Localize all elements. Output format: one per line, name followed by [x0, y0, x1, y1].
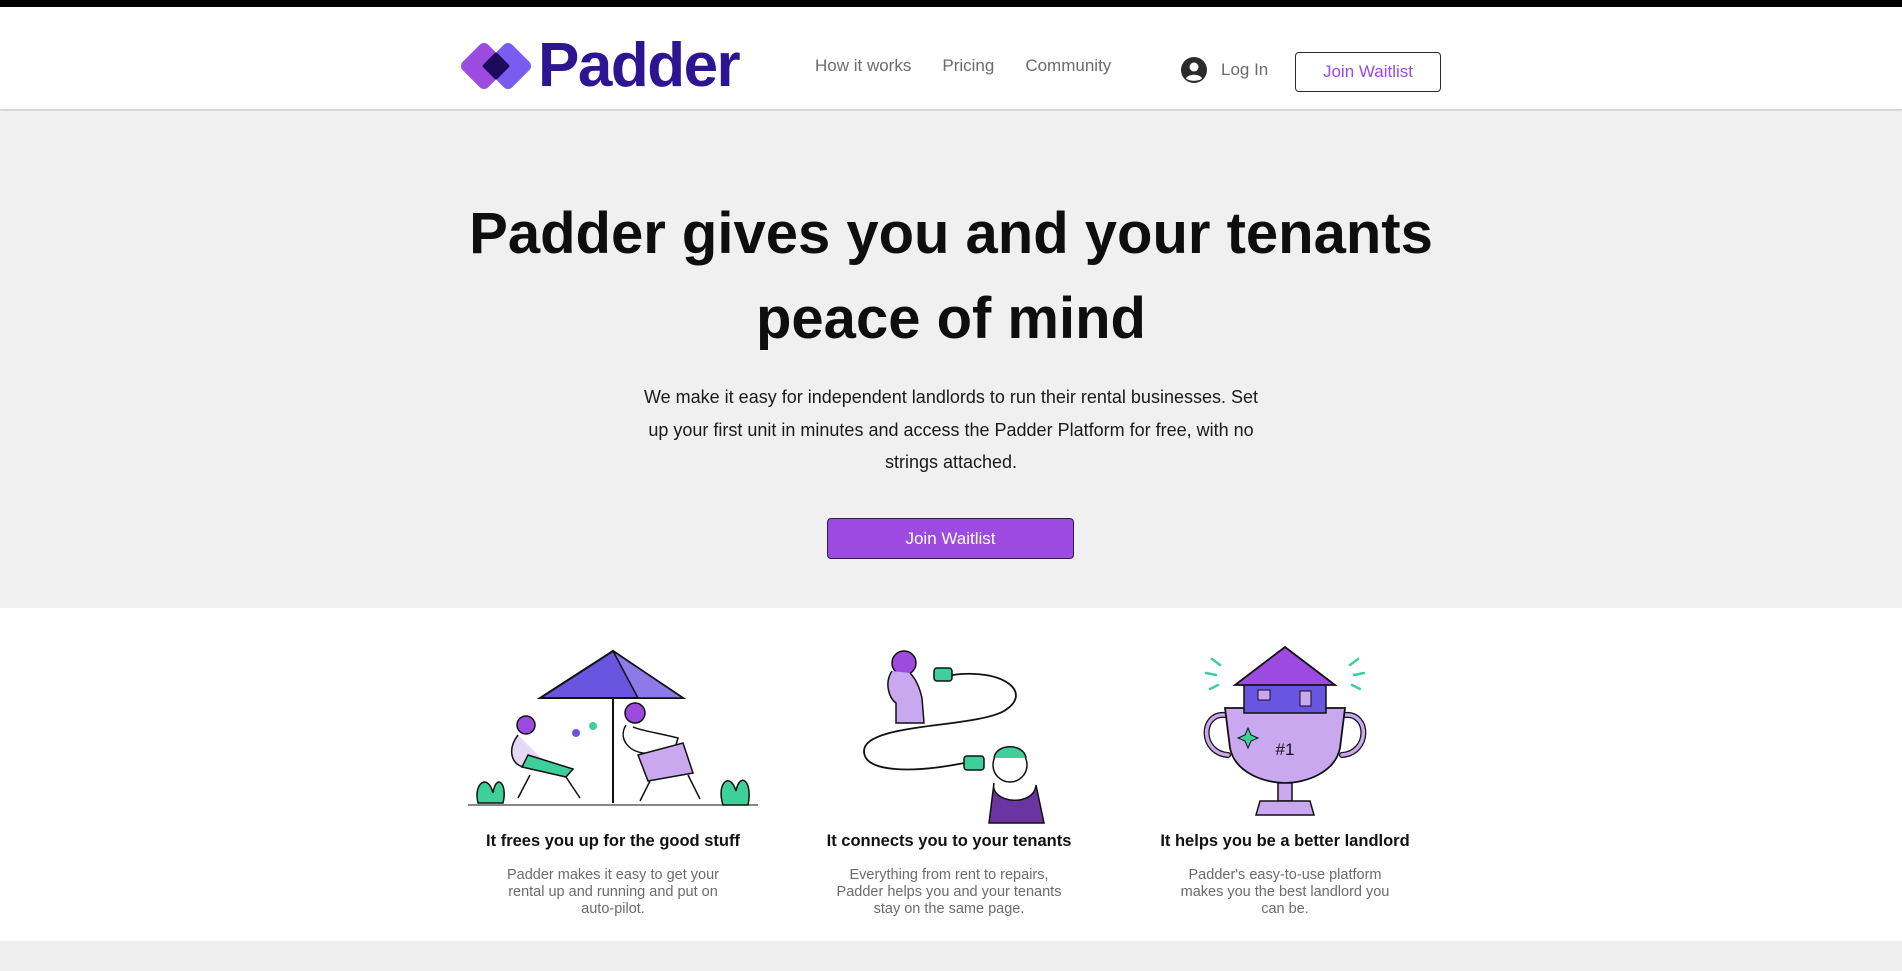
nav-pricing[interactable]: Pricing: [942, 54, 994, 78]
user-avatar-icon: [1181, 57, 1207, 83]
logo-wordmark: Padder: [538, 31, 741, 100]
logo-diamond-icon: [461, 43, 531, 89]
house-trophy-illustration: #1: [1203, 645, 1367, 816]
hero-join-waitlist-button[interactable]: Join Waitlist: [827, 518, 1074, 559]
feature-title: It frees you up for the good stuff: [486, 832, 740, 850]
padder-logo[interactable]: Padder: [460, 31, 741, 100]
feature-title: It connects you to your tenants: [826, 832, 1072, 850]
feature-text: Padder makes it easy to get your rental …: [507, 867, 719, 917]
top-strip: [0, 0, 1902, 7]
main-nav: How it works Pricing Community: [815, 54, 1111, 78]
login-label: Log In: [1221, 60, 1269, 79]
site-header: Padder How it works Pricing Community Lo…: [0, 7, 1902, 110]
feature-text: Everything from rent to repairs, Padder …: [836, 867, 1062, 917]
features-section: It frees you up for the good stuff Padde…: [0, 608, 1902, 941]
login-link[interactable]: Log In: [1180, 56, 1268, 84]
friends-relaxing-illustration: [468, 649, 758, 806]
feature-text: Padder's easy-to-use platform makes you …: [1180, 867, 1390, 917]
tin-can-phone-illustration: [863, 650, 1045, 824]
next-section-edge: [0, 941, 1902, 971]
hero-section: Padder gives you and your tenants peace …: [0, 111, 1902, 608]
nav-community[interactable]: Community: [1025, 54, 1111, 78]
hero-description: We make it easy for independent landlord…: [643, 387, 1258, 472]
feature-title: It helps you be a better landlord: [1160, 832, 1410, 850]
nav-how-it-works[interactable]: How it works: [815, 54, 911, 78]
hero-headline: Padder gives you and your tenants peace …: [469, 201, 1433, 351]
trophy-number-label: #1: [1276, 740, 1295, 759]
header-join-waitlist-button[interactable]: Join Waitlist: [1295, 52, 1441, 92]
